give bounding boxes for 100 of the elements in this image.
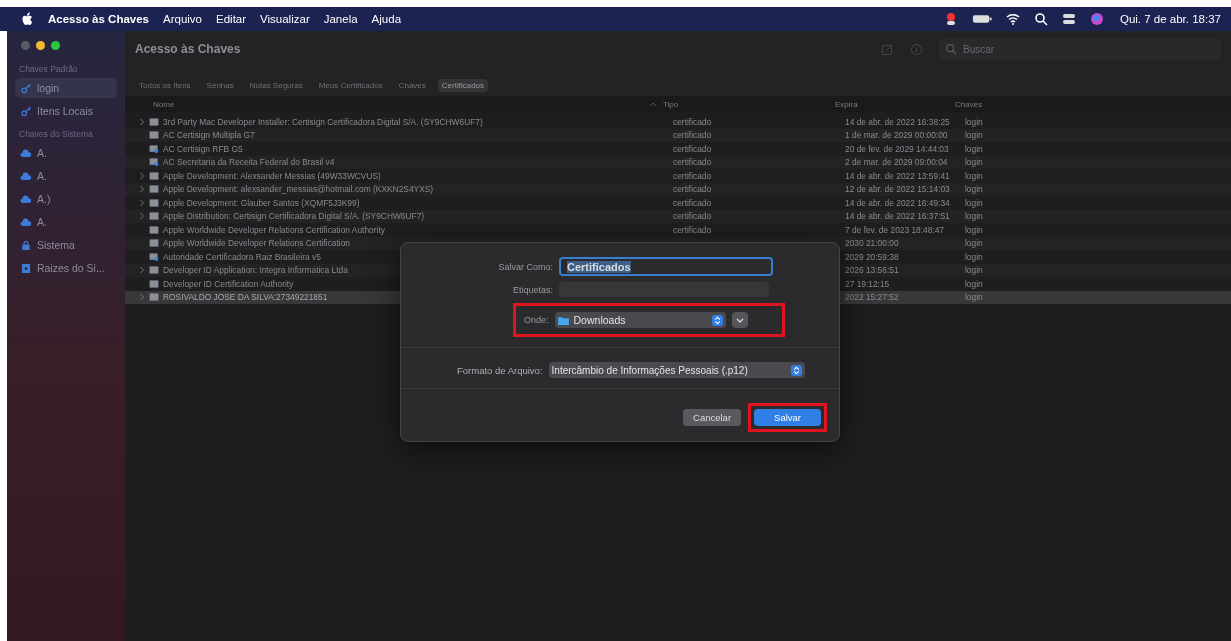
table-cell-text: 7 de fev. de 2023 18:48:47 xyxy=(845,224,946,235)
table-cell-text: 2026 13:56:51 xyxy=(845,265,900,276)
disclosure-chevron-icon[interactable] xyxy=(139,293,145,302)
key-icon xyxy=(20,82,32,94)
column-header[interactable]: Nome xyxy=(153,99,649,109)
table-cell[interactable]: Autoridade Certificadora Raiz Brasileira v5 xyxy=(163,251,321,262)
save-button[interactable]: Salvar xyxy=(754,409,821,426)
table-cell[interactable]: Developer ID Application: Integra Informatica Ltda xyxy=(163,265,348,276)
table-cell-text: certificado xyxy=(673,116,713,127)
table-cell-text: login xyxy=(965,170,984,181)
lock-icon xyxy=(20,239,32,251)
table-cell[interactable]: Apple Worldwide Developer Relations Certification xyxy=(163,238,350,249)
wifi-icon[interactable] xyxy=(1005,12,1020,26)
table-cell-text: certificado xyxy=(673,170,713,181)
folder-icon xyxy=(557,315,569,325)
zoom-button[interactable] xyxy=(51,41,60,50)
format-popup[interactable]: Intercâmbio de Informações Pessoais (.p12) xyxy=(548,362,805,378)
cloud-lock-icon xyxy=(20,147,32,159)
minimize-button[interactable] xyxy=(36,41,45,50)
sidebar-item[interactable]: Itens Locais xyxy=(15,101,117,121)
table-cell[interactable]: 3rd Party Mac Developer Installer: Certisign Certificadora Digital S/A. (SY9CHW6UF7) xyxy=(163,116,483,127)
siri-icon[interactable] xyxy=(1089,12,1104,26)
field-label: Salvar Como: xyxy=(497,261,553,272)
sidebar-section-title: Chaves Padrão xyxy=(19,64,79,74)
table-cell-text: login xyxy=(965,157,984,168)
menu-item[interactable]: Ajuda xyxy=(371,13,402,25)
table-cell[interactable]: ROSIVALDO JOSE DA SILVA:27349221851 xyxy=(163,292,328,303)
table-cell[interactable]: AC Secretaria da Receita Federal do Brasil v4 xyxy=(163,157,335,168)
disclosure-chevron-icon[interactable] xyxy=(139,117,145,126)
menu-item[interactable]: Editar xyxy=(216,13,247,25)
disclosure-chevron-icon[interactable] xyxy=(139,266,145,275)
menu-item[interactable]: Janela xyxy=(323,13,358,25)
stepper-icon xyxy=(790,364,802,376)
table-cell-text: certificado xyxy=(673,143,713,154)
field-label: Formato de Arquivo: xyxy=(457,364,543,376)
table-cell-text: 20 de fev. de 2029 14:44:03 xyxy=(845,143,950,154)
save-as-field[interactable]: Certificados xyxy=(559,257,773,276)
column-header[interactable]: Tipo xyxy=(663,99,835,109)
sort-caret-icon xyxy=(649,101,657,107)
search-icon[interactable] xyxy=(1033,12,1048,26)
table-cell[interactable]: Apple Development: Alexsander Messias (49W33WCVUS) xyxy=(163,170,381,181)
table-cell-text: login xyxy=(965,292,984,303)
menu-bar-clock: Qui. 7 de abr. 18:37 xyxy=(1119,13,1221,25)
search-field[interactable]: Buscar xyxy=(939,38,1221,60)
column-header[interactable]: Chaves xyxy=(955,99,1231,109)
table-cell-text: login xyxy=(965,184,984,195)
table-cell-text: 2 de mar. de 2029 09:00:04 xyxy=(845,157,949,168)
tab[interactable]: Chaves xyxy=(394,79,430,92)
table-cell-text: 2029 20:59:38 xyxy=(845,251,900,262)
tab[interactable]: Meus Certificados xyxy=(314,79,387,92)
table-cell-text: certificado xyxy=(673,130,713,141)
sidebar-item[interactable]: A. xyxy=(15,143,117,163)
location-popup[interactable]: Downloads xyxy=(554,312,726,328)
cabinet-icon xyxy=(20,262,32,274)
table-cell-text: certificado xyxy=(673,197,713,208)
stepper-icon xyxy=(711,314,723,326)
table-cell[interactable]: AC Certisign Multipla G7 xyxy=(163,130,255,141)
cloud-lock-icon xyxy=(20,193,32,205)
sidebar-item[interactable]: Raizes do Si... xyxy=(15,258,117,278)
root-certificate-icon xyxy=(149,252,159,261)
table-cell[interactable]: Apple Worldwide Developer Relations Certification Authority xyxy=(163,224,385,235)
info-icon[interactable] xyxy=(910,42,923,56)
expand-button[interactable] xyxy=(731,312,748,328)
app-menu[interactable]: Acesso às Chaves xyxy=(48,13,149,25)
table-cell-text: certificado xyxy=(673,184,713,195)
close-button[interactable] xyxy=(21,41,30,50)
tab[interactable]: Notas Seguras xyxy=(245,79,307,92)
sidebar-section-title: Chaves do Sistema xyxy=(19,129,94,139)
control-center-icon[interactable] xyxy=(1061,12,1076,26)
table-cell-text: certificado xyxy=(673,211,713,222)
sidebar-item[interactable]: A. xyxy=(15,212,117,232)
menu-item[interactable]: Arquivo xyxy=(163,13,202,25)
tab[interactable]: Certificados xyxy=(437,79,489,92)
table-cell[interactable]: Apple Development: Glauber Santos (XQMF5J3K99) xyxy=(163,197,360,208)
tab[interactable]: Senhas xyxy=(202,79,238,92)
table-cell[interactable]: Apple Development: alexsander_messias@hotmail.com (KXKN2S4YXS) xyxy=(163,184,434,195)
cloud-lock-icon xyxy=(20,216,32,228)
table-cell-text: 14 de abr. de 2022 16:37:51 xyxy=(845,211,951,222)
field-label: Onde: xyxy=(524,315,549,325)
window-title: Acesso às Chaves xyxy=(135,42,242,56)
menu-item[interactable]: Visualizar xyxy=(260,13,310,25)
table-cell-text: login xyxy=(965,197,984,208)
edit-icon[interactable] xyxy=(881,42,894,56)
table-cell[interactable]: Developer ID Certification Authority xyxy=(163,278,294,289)
cloud-lock-icon xyxy=(20,170,32,182)
sidebar-item[interactable]: A. xyxy=(15,166,117,186)
table-cell-text: 14 de abr. de 2022 16:38:25 xyxy=(845,116,951,127)
table-cell[interactable]: AC Certisign RFB G5 xyxy=(163,143,243,154)
table-cell[interactable]: Apple Distribution: Certisign Certificadora Digital S/A. (SY9CHW6UF7) xyxy=(163,211,425,222)
sidebar-item[interactable]: A.) xyxy=(15,189,117,209)
sidebar-item[interactable]: login xyxy=(15,78,117,98)
column-header[interactable]: Expira xyxy=(835,99,955,109)
table-cell-text: login xyxy=(965,130,984,141)
cancel-button[interactable]: Cancelar xyxy=(683,409,742,426)
search-icon xyxy=(945,43,957,55)
apple-logo-icon[interactable] xyxy=(22,12,34,26)
sidebar-item[interactable]: Sistema xyxy=(15,235,117,255)
table-cell-text: 1 de mar. de 2029 00:00:00 xyxy=(845,130,949,141)
battery-icon[interactable] xyxy=(971,12,992,26)
root-certificate-icon xyxy=(149,158,159,167)
